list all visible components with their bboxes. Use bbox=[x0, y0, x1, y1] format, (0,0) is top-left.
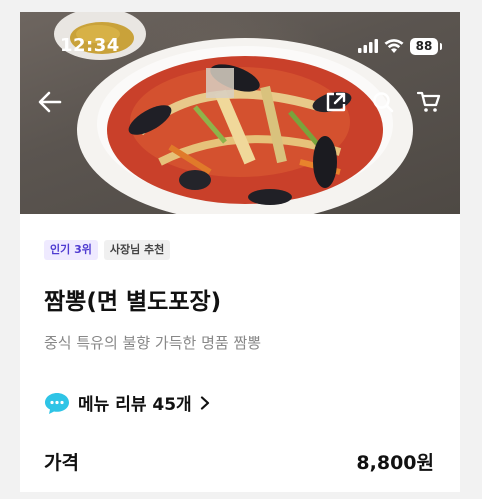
menu-badges: 인기 3위 사장님 추천 bbox=[44, 240, 171, 260]
back-arrow-icon bbox=[38, 91, 62, 113]
cart-button[interactable] bbox=[415, 88, 443, 116]
status-bar-icons: 88 bbox=[358, 37, 442, 55]
status-bar-time: 12:34 bbox=[60, 35, 120, 56]
search-button[interactable] bbox=[369, 88, 397, 116]
cart-icon bbox=[417, 91, 441, 112]
search-icon bbox=[373, 92, 394, 113]
review-link-label: 메뉴 리뷰 45개 bbox=[78, 395, 192, 415]
chevron-right-icon bbox=[200, 395, 209, 410]
menu-detail-card: 12:34 88 인기 3위 사장님 추천 짬뽕(면 별도포장) 중식 특유의 … bbox=[20, 12, 460, 492]
price-value: 8,800원 bbox=[356, 452, 434, 474]
menu-review-link[interactable]: 메뉴 리뷰 45개 bbox=[44, 390, 210, 415]
share-button[interactable] bbox=[322, 88, 350, 116]
battery-indicator: 88 bbox=[410, 37, 442, 55]
share-icon bbox=[326, 92, 346, 112]
cellular-signal-icon bbox=[358, 39, 378, 53]
owner-pick-badge: 사장님 추천 bbox=[103, 240, 171, 260]
menu-description: 중식 특유의 불향 가득한 명품 짬뽕 bbox=[44, 334, 262, 352]
price-label: 가격 bbox=[44, 452, 79, 474]
wifi-icon bbox=[384, 38, 404, 53]
menu-title: 짬뽕(면 별도포장) bbox=[44, 289, 222, 315]
popularity-badge: 인기 3위 bbox=[44, 240, 98, 260]
speech-bubble-icon bbox=[45, 392, 69, 414]
back-button[interactable] bbox=[36, 88, 64, 116]
